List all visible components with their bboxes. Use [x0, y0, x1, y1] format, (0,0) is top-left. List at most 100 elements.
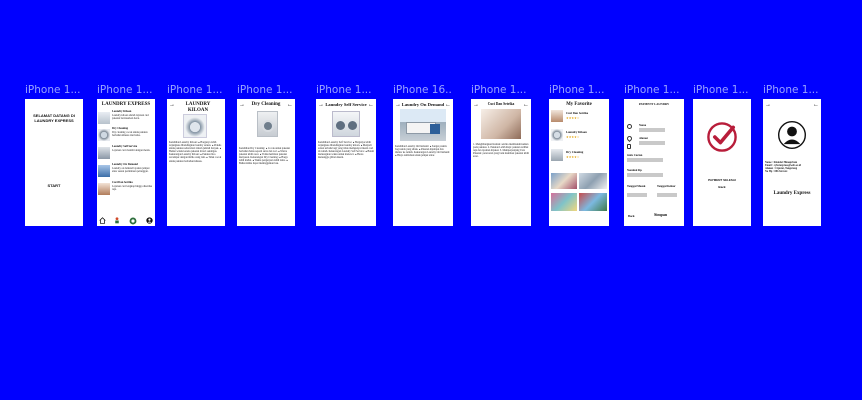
- profile-screen: → ← Name : Khaidar Himaprinsk Email : cy…: [763, 99, 821, 226]
- save-button[interactable]: Simpan: [654, 212, 667, 217]
- input-alamat[interactable]: [639, 141, 665, 145]
- service-name: Laundry Self Service: [112, 145, 138, 148]
- service-desc: Layanan cuci lengkap hingga disetrika ra…: [112, 185, 153, 192]
- app-title: LAUNDRY EXPRESS: [101, 102, 151, 107]
- gallery-image: [551, 193, 577, 211]
- field-label-jenis: Jenis Cucian: [627, 154, 643, 157]
- page-title: Laundry Self Service: [325, 102, 367, 107]
- page-body: Kelebihan Laundry On Demand: ● Sangat pr…: [395, 145, 450, 158]
- input-jenis[interactable]: [627, 158, 663, 162]
- input-tanggal-masuk[interactable]: [627, 193, 647, 197]
- self-service-screen: → ← Laundry Self Service Kelebihan Laund…: [316, 99, 376, 226]
- laundry-icon[interactable]: [129, 217, 137, 225]
- favorite-item[interactable]: Cuci Dan Setrika ★★★★☆: [551, 110, 607, 124]
- page-title: Laundry On Demand: [401, 102, 445, 107]
- back-arrow-icon-right[interactable]: ←: [287, 102, 293, 108]
- success-message: PAYMENT SELESAI: [708, 178, 736, 182]
- field-label-nama: Nama: [639, 124, 647, 127]
- payment-form-screen: PAYMENT LAUNDRY Nama Alamat Jenis Cucian…: [624, 99, 684, 226]
- service-image: [98, 183, 110, 195]
- back-arrow-icon[interactable]: →: [765, 102, 771, 108]
- service-image: [257, 111, 278, 137]
- rating-stars: ★★★★☆: [566, 155, 580, 159]
- favorite-name: Cuci Dan Setrika: [566, 111, 589, 115]
- user-icon: [627, 124, 632, 129]
- dry-cleaning-screen: → ← Dry Cleaning Kelebihan Dry Cleaning:…: [237, 99, 295, 226]
- frame-label-11: iPhone 1...: [763, 84, 819, 96]
- page-body: Kelebihan Laundry Kiloan: ● Harganya leb…: [169, 141, 222, 163]
- frame-label-5: iPhone 1...: [316, 84, 372, 96]
- service-item-kiloan[interactable]: Laundry Kiloan Laundry kiloan adalah lay…: [98, 110, 154, 127]
- frame-label-9: iPhone 1...: [624, 84, 680, 96]
- service-desc: Laundry kiloan adalah layanan cuci pakai…: [112, 114, 150, 121]
- service-name: Dry Cleaning: [112, 127, 129, 130]
- profile-phone: No Hp : 0812xxxxxx: [765, 170, 788, 174]
- start-button[interactable]: START: [25, 183, 83, 188]
- rating-stars: ★★★★☆: [566, 116, 580, 120]
- service-image: [98, 165, 110, 177]
- frame-label-3: iPhone 1...: [167, 84, 223, 96]
- favorite-image: [551, 110, 563, 122]
- field-label-nominal: Nominal Rp.: [627, 169, 643, 172]
- field-label-alamat: Alamat: [639, 137, 648, 140]
- favorite-item[interactable]: Laundry Kiloan ★★★★☆: [551, 129, 607, 143]
- gallery-image: [579, 193, 607, 211]
- frame-label-6: iPhone 16...: [393, 84, 453, 96]
- profile-icon[interactable]: [146, 217, 153, 224]
- service-image: [98, 112, 110, 124]
- input-nominal[interactable]: [627, 173, 663, 177]
- service-desc: Laundry on demand layanan jemput antar s…: [112, 167, 150, 174]
- brand-name: Laundry Express: [773, 191, 811, 196]
- service-item-cuci-setrika[interactable]: Cuci Dan Setrika Layanan cuci lengkap hi…: [98, 181, 154, 198]
- gallery-image: [551, 173, 577, 189]
- checkmark-icon: [707, 122, 737, 152]
- service-name: Laundry Kiloan: [112, 110, 132, 113]
- profile-details: Name : Khaidar Himaprinsk Email : cybere…: [765, 161, 820, 173]
- input-tanggal-keluar[interactable]: [657, 193, 677, 197]
- service-image: [183, 114, 207, 138]
- rating-stars: ★★★★☆: [566, 135, 580, 139]
- service-image: [332, 111, 360, 137]
- favorite-name: Dry Cleaning: [566, 150, 584, 154]
- location-icon: [625, 134, 634, 143]
- back-button[interactable]: Back: [693, 185, 751, 189]
- service-item-on-demand[interactable]: Laundry On Demand Laundry on demand laya…: [98, 163, 154, 180]
- delivery-icon[interactable]: [113, 217, 121, 224]
- page-body: Kelebihan Dry Cleaning: ● Cocok untuk pa…: [239, 147, 290, 166]
- phone-icon: [627, 144, 631, 149]
- page-title: PAYMENT LAUNDRY: [638, 102, 670, 106]
- service-image: [481, 109, 521, 139]
- page-body: Kelebihan Laundry Self Service: ● Hargan…: [318, 141, 374, 160]
- frame-label-1: iPhone 1...: [25, 84, 81, 96]
- frame-label-10: iPhone 1...: [693, 84, 749, 96]
- avatar-icon: [778, 121, 806, 149]
- service-list-screen: LAUNDRY EXPRESS Laundry Kiloan Laundry k…: [97, 99, 155, 226]
- favorite-name: Laundry Kiloan: [566, 130, 587, 134]
- input-nama[interactable]: [639, 128, 665, 132]
- service-item-dry-cleaning[interactable]: Dry Cleaning Dry cleaning cocok untuk pa…: [98, 127, 154, 144]
- favorite-item[interactable]: Dry Cleaning ★★★★☆: [551, 149, 607, 163]
- favorite-image: [551, 149, 563, 161]
- frame-label-8: iPhone 1...: [549, 84, 605, 96]
- laundry-kiloan-screen: → LAUNDRY KILOAN Kelebihan Laundry Kiloa…: [167, 99, 225, 226]
- service-image: [400, 109, 446, 141]
- service-item-self-service[interactable]: Laundry Self Service Layanan cuci mandir…: [98, 145, 154, 162]
- gallery-image: [579, 173, 607, 189]
- welcome-text: SELAMAT DATANG DI LAUNDRY EXPRESS: [33, 113, 75, 123]
- field-label-tanggal-masuk: Tanggal Masuk: [627, 185, 646, 188]
- favorite-screen: My Favorite Cuci Dan Setrika ★★★★☆ Laund…: [549, 99, 609, 226]
- field-label-tanggal-keluar: Tanggal Keluar: [657, 185, 676, 188]
- favorite-image: [551, 129, 563, 141]
- back-arrow-icon-right[interactable]: ←: [813, 102, 819, 108]
- service-name: Cuci Dan Setrika: [112, 181, 133, 184]
- page-body: 1. Menghilangkan Kuman: setrika membunuh…: [473, 143, 529, 159]
- back-arrow-icon[interactable]: →: [169, 102, 175, 108]
- page-title: Dry Cleaning: [251, 102, 281, 107]
- service-image: [98, 129, 110, 141]
- frame-label-4: iPhone 1...: [237, 84, 293, 96]
- home-icon[interactable]: [99, 217, 106, 224]
- service-desc: Dry cleaning cocok untuk pakaian berbaha…: [112, 131, 148, 138]
- back-button[interactable]: Back: [628, 214, 635, 218]
- on-demand-screen: → ← Laundry On Demand Kelebihan Laundry …: [393, 99, 453, 226]
- service-image: [98, 147, 110, 159]
